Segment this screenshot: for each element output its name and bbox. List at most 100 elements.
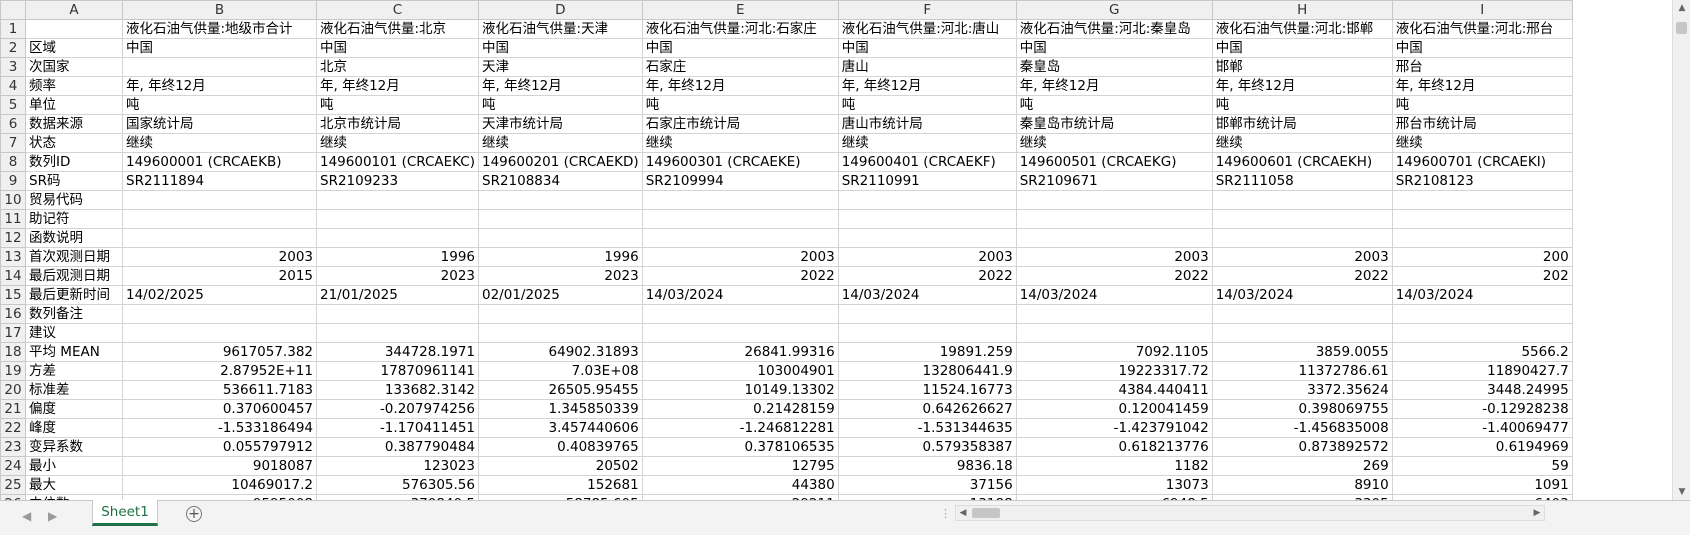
cell-f11[interactable] [837, 209, 1017, 229]
cell-e17[interactable] [641, 323, 839, 343]
row-header-10[interactable]: 10 [0, 190, 26, 210]
cell-h12[interactable] [1211, 228, 1393, 248]
row-header-4[interactable]: 4 [0, 76, 26, 96]
cell-e21[interactable]: 0.21428159 [641, 399, 839, 419]
row-header-3[interactable]: 3 [0, 57, 26, 77]
cell-a13[interactable]: 首次观测日期 [25, 247, 123, 267]
cell-b7[interactable]: 继续 [122, 133, 317, 153]
cell-i4[interactable]: 年, 年终12月 [1391, 76, 1573, 96]
cell-c4[interactable]: 年, 年终12月 [316, 76, 479, 96]
cell-i19[interactable]: 11890427.7 [1391, 361, 1573, 381]
cell-c24[interactable]: 123023 [316, 456, 479, 476]
cell-i23[interactable]: 0.6194969 [1391, 437, 1573, 457]
cell-e9[interactable]: SR2109994 [641, 171, 839, 191]
cell-a23[interactable]: 变异系数 [25, 437, 123, 457]
cell-g20[interactable]: 4384.440411 [1015, 380, 1213, 400]
cell-h21[interactable]: 0.398069755 [1211, 399, 1393, 419]
cell-i14[interactable]: 202 [1391, 266, 1573, 286]
row-header-25[interactable]: 25 [0, 475, 26, 495]
cell-d12[interactable] [478, 228, 643, 248]
cell-a17[interactable]: 建议 [25, 323, 123, 343]
column-header-c[interactable]: C [316, 0, 479, 20]
cell-b11[interactable] [122, 209, 317, 229]
cell-g7[interactable]: 继续 [1015, 133, 1213, 153]
cell-f22[interactable]: -1.531344635 [837, 418, 1017, 438]
add-sheet-icon[interactable]: + [186, 506, 202, 522]
cell-h22[interactable]: -1.456835008 [1211, 418, 1393, 438]
cell-i17[interactable] [1391, 323, 1573, 343]
cell-b6[interactable]: 国家统计局 [122, 114, 317, 134]
cell-h17[interactable] [1211, 323, 1393, 343]
row-header-22[interactable]: 22 [0, 418, 26, 438]
cell-b23[interactable]: 0.055797912 [122, 437, 317, 457]
cell-a21[interactable]: 偏度 [25, 399, 123, 419]
cell-h8[interactable]: 149600601 (CRCAEKH) [1211, 152, 1393, 172]
cell-g6[interactable]: 秦皇岛市统计局 [1015, 114, 1213, 134]
cell-h18[interactable]: 3859.0055 [1211, 342, 1393, 362]
cell-i11[interactable] [1391, 209, 1573, 229]
cell-d11[interactable] [478, 209, 643, 229]
cell-g4[interactable]: 年, 年终12月 [1015, 76, 1213, 96]
column-header-b[interactable]: B [122, 0, 317, 20]
horizontal-scrollbar[interactable]: ◀ ▶ [955, 505, 1545, 521]
cell-table[interactable]: ABCDEFGHI 1 液化石油气供量:地级市合计 液化石油气供量:北京 液化石油气供… [0, 0, 1573, 500]
cell-i1[interactable]: 液化石油气供量:河北:邢台 [1391, 19, 1573, 39]
cell-i25[interactable]: 1091 [1391, 475, 1573, 495]
row-header-1[interactable]: 1 [0, 19, 26, 39]
cell-f8[interactable]: 149600401 (CRCAEKF) [837, 152, 1017, 172]
cell-h2[interactable]: 中国 [1211, 38, 1393, 58]
cell-b14[interactable]: 2015 [122, 266, 317, 286]
cell-b4[interactable]: 年, 年终12月 [122, 76, 317, 96]
cell-b5[interactable]: 吨 [122, 95, 317, 115]
cell-b2[interactable]: 中国 [122, 38, 317, 58]
cell-a16[interactable]: 数列备注 [25, 304, 123, 324]
cell-f2[interactable]: 中国 [837, 38, 1017, 58]
cell-g3[interactable]: 秦皇岛 [1015, 57, 1213, 77]
cell-f23[interactable]: 0.579358387 [837, 437, 1017, 457]
cell-g19[interactable]: 19223317.72 [1015, 361, 1213, 381]
cell-b15[interactable]: 14/02/2025 [122, 285, 317, 305]
cell-b22[interactable]: -1.533186494 [122, 418, 317, 438]
cell-c12[interactable] [316, 228, 479, 248]
cell-g11[interactable] [1015, 209, 1213, 229]
cell-c13[interactable]: 1996 [316, 247, 479, 267]
cell-d5[interactable]: 吨 [478, 95, 643, 115]
row-header-24[interactable]: 24 [0, 456, 26, 476]
cell-b8[interactable]: 149600001 (CRCAEKB) [122, 152, 317, 172]
cell-a18[interactable]: 平均 MEAN [25, 342, 123, 362]
cell-b9[interactable]: SR2111894 [122, 171, 317, 191]
cell-c6[interactable]: 北京市统计局 [316, 114, 479, 134]
cell-a4[interactable]: 频率 [25, 76, 123, 96]
cell-h24[interactable]: 269 [1211, 456, 1393, 476]
cell-d14[interactable]: 2023 [478, 266, 643, 286]
cell-h23[interactable]: 0.873892572 [1211, 437, 1393, 457]
cell-e8[interactable]: 149600301 (CRCAEKE) [641, 152, 839, 172]
cell-h1[interactable]: 液化石油气供量:河北:邯郸 [1211, 19, 1393, 39]
cell-h10[interactable] [1211, 190, 1393, 210]
cell-d15[interactable]: 02/01/2025 [478, 285, 643, 305]
cell-a12[interactable]: 函数说明 [25, 228, 123, 248]
cell-b3[interactable] [122, 57, 317, 77]
cell-g17[interactable] [1015, 323, 1213, 343]
cell-h20[interactable]: 3372.35624 [1211, 380, 1393, 400]
row-header-13[interactable]: 13 [0, 247, 26, 267]
cell-h19[interactable]: 11372786.61 [1211, 361, 1393, 381]
cell-a6[interactable]: 数据来源 [25, 114, 123, 134]
cell-d16[interactable] [478, 304, 643, 324]
cell-f14[interactable]: 2022 [837, 266, 1017, 286]
cell-b20[interactable]: 536611.7183 [122, 380, 317, 400]
cell-c25[interactable]: 576305.56 [316, 475, 479, 495]
cell-f10[interactable] [837, 190, 1017, 210]
cell-a10[interactable]: 贸易代码 [25, 190, 123, 210]
cell-f12[interactable] [837, 228, 1017, 248]
scroll-up-icon[interactable]: ▲ [1673, 0, 1690, 16]
cell-h25[interactable]: 8910 [1211, 475, 1393, 495]
cell-c3[interactable]: 北京 [316, 57, 479, 77]
horizontal-scroll-thumb[interactable] [972, 508, 1000, 518]
row-header-17[interactable]: 17 [0, 323, 26, 343]
cell-e2[interactable]: 中国 [641, 38, 839, 58]
row-header-5[interactable]: 5 [0, 95, 26, 115]
cell-f6[interactable]: 唐山市统计局 [837, 114, 1017, 134]
cell-i6[interactable]: 邢台市统计局 [1391, 114, 1573, 134]
cell-i3[interactable]: 邢台 [1391, 57, 1573, 77]
